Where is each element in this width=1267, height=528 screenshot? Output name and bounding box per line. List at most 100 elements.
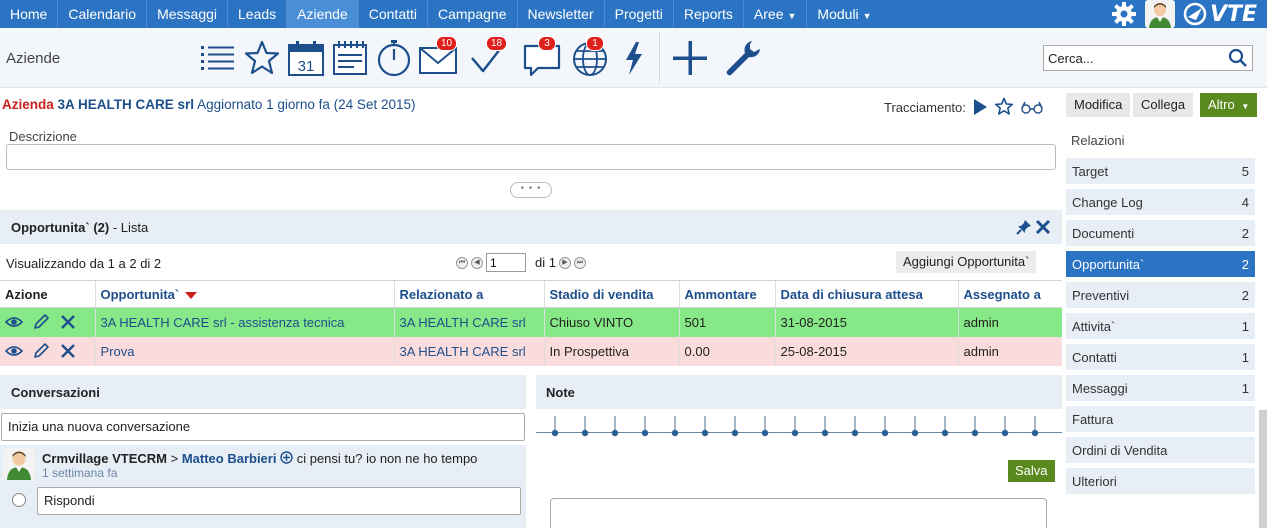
next-page-icon[interactable]: ▶ xyxy=(558,256,571,269)
related-item-ordini-vendita[interactable]: Ordini di Vendita xyxy=(1066,437,1255,463)
prev-page-icon[interactable]: ◀ xyxy=(471,256,483,269)
calendar-button[interactable]: 31 xyxy=(286,38,326,78)
reply-radio[interactable] xyxy=(12,493,26,507)
add-opportunity-button[interactable]: Aggiungi Opportunita` xyxy=(896,251,1037,273)
edit-button[interactable]: Modifica xyxy=(1066,93,1131,117)
star-outline-icon[interactable] xyxy=(994,97,1014,117)
page-scrollbar[interactable] xyxy=(1259,410,1267,528)
related-item-documenti[interactable]: Documenti 2 xyxy=(1066,220,1255,246)
notes-title: Note xyxy=(546,385,575,400)
nav-label: Progetti xyxy=(614,6,663,22)
timecards-button[interactable] xyxy=(374,38,414,78)
module-name: Aziende xyxy=(6,50,61,67)
eye-icon[interactable] xyxy=(5,342,23,360)
column-header[interactable]: Assegnato a xyxy=(957,280,1062,308)
nav-messaggi[interactable]: Messaggi xyxy=(147,0,228,28)
nav-contatti[interactable]: Contatti xyxy=(359,0,428,28)
nav-calendario[interactable]: Calendario xyxy=(58,0,148,28)
caret-down-icon: ▼ xyxy=(1241,102,1250,111)
related-item-ulteriori[interactable]: Ulteriori xyxy=(1066,468,1255,494)
related-item-attivita[interactable]: Attivita` 1 xyxy=(1066,313,1255,339)
list-view-button[interactable] xyxy=(198,38,238,78)
quick-create-button[interactable] xyxy=(614,38,654,78)
first-page-icon[interactable]: ⏮ xyxy=(456,256,468,269)
related-item-fattura[interactable]: Fattura xyxy=(1066,406,1255,432)
related-link[interactable]: 3A HEALTH CARE srl xyxy=(400,344,526,359)
column-header[interactable]: Stadio di vendita xyxy=(543,280,679,308)
play-icon[interactable] xyxy=(972,98,988,116)
column-header[interactable]: Data di chiusura attesa xyxy=(774,280,958,308)
new-conversation-input[interactable]: Inizia una nuova conversazione xyxy=(1,413,525,441)
opportunity-name-cell[interactable]: Prova xyxy=(94,336,394,366)
add-participant-icon[interactable] xyxy=(280,451,293,464)
todos-button[interactable]: 18 xyxy=(468,36,508,78)
opportunity-link[interactable]: 3A HEALTH CARE srl - assistenza tecnica xyxy=(101,315,345,330)
settings-button[interactable] xyxy=(722,38,762,78)
gear-icon[interactable] xyxy=(1111,1,1137,27)
search-input[interactable] xyxy=(1044,46,1222,70)
pencil-icon[interactable] xyxy=(32,313,50,331)
eye-icon[interactable] xyxy=(5,313,23,331)
page-number-input[interactable] xyxy=(486,253,526,272)
more-actions-button[interactable]: Altro ▼ xyxy=(1200,93,1258,117)
related-item-changelog[interactable]: Change Log 4 xyxy=(1066,189,1255,215)
pin-icon[interactable] xyxy=(1016,219,1032,235)
nav-label: Contatti xyxy=(368,6,417,22)
related-item-label: Documenti xyxy=(1072,226,1135,241)
related-item-label: Opportunita` xyxy=(1072,257,1145,272)
pencil-icon[interactable] xyxy=(32,342,50,360)
nav-moduli-dropdown[interactable]: Moduli ▼ xyxy=(807,0,881,28)
add-record-button[interactable] xyxy=(670,38,710,78)
messages-button[interactable]: 10 xyxy=(418,36,458,78)
vte-logo[interactable]: VTE xyxy=(1183,2,1257,27)
notes-button[interactable] xyxy=(330,38,370,78)
nav-aziende[interactable]: Aziende xyxy=(287,0,359,28)
nav-home[interactable]: Home xyxy=(0,0,59,28)
delete-icon[interactable] xyxy=(59,342,77,360)
opportunity-link[interactable]: Prova xyxy=(101,344,135,359)
record-updated: Aggiornato 1 giorno fa (24 Set 2015) xyxy=(197,97,416,112)
delete-icon[interactable] xyxy=(59,313,77,331)
close-panel-icon[interactable] xyxy=(1035,218,1051,236)
conversations-badge: 3 xyxy=(538,36,556,51)
nav-reports[interactable]: Reports xyxy=(674,0,744,28)
conversations-button[interactable]: 3 xyxy=(522,36,562,78)
search-icon[interactable] xyxy=(1228,48,1248,68)
nav-campagne[interactable]: Campagne xyxy=(428,0,518,28)
note-text-input[interactable] xyxy=(550,498,1047,528)
nav-progetti[interactable]: Progetti xyxy=(605,0,674,28)
tracking-label: Tracciamento: xyxy=(884,99,966,115)
related-item-preventivi[interactable]: Preventivi 2 xyxy=(1066,282,1255,308)
nav-leads[interactable]: Leads xyxy=(228,0,288,28)
reply-input[interactable]: Rispondi xyxy=(37,487,521,515)
last-page-icon[interactable]: ⏭ xyxy=(573,256,586,269)
nav-aree-dropdown[interactable]: Aree ▼ xyxy=(744,0,808,28)
save-note-button[interactable]: Salva xyxy=(1008,460,1055,482)
description-field[interactable] xyxy=(6,144,1056,170)
related-link[interactable]: 3A HEALTH CARE srl xyxy=(400,315,526,330)
favorites-button[interactable] xyxy=(242,38,282,78)
related-item-target[interactable]: Target 5 xyxy=(1066,158,1255,184)
related-item-messaggi[interactable]: Messaggi 1 xyxy=(1066,375,1255,401)
assigned-to-cell: admin xyxy=(957,336,1062,366)
column-header-sortable[interactable]: Opportunita` xyxy=(94,280,394,308)
column-header[interactable]: Relazionato a xyxy=(393,280,544,308)
expand-details-handle[interactable]: • • • xyxy=(510,182,552,198)
related-to-cell[interactable]: 3A HEALTH CARE srl xyxy=(393,307,544,337)
link-button[interactable]: Collega xyxy=(1133,93,1194,117)
column-header[interactable]: Ammontare xyxy=(678,280,775,308)
post-recipient[interactable]: Matteo Barbieri xyxy=(182,451,277,466)
notepad-ring xyxy=(1031,416,1039,437)
glasses-icon[interactable] xyxy=(1020,99,1044,115)
web-button[interactable]: 1 xyxy=(570,36,610,78)
opportunity-name-cell[interactable]: 3A HEALTH CARE srl - assistenza tecnica xyxy=(94,307,394,337)
post-author[interactable]: Crmvillage VTECRM xyxy=(42,451,167,466)
user-avatar-icon[interactable] xyxy=(1144,0,1175,28)
related-to-cell[interactable]: 3A HEALTH CARE srl xyxy=(393,336,544,366)
nav-newsletter[interactable]: Newsletter xyxy=(518,0,605,28)
related-item-contatti[interactable]: Contatti 1 xyxy=(1066,344,1255,370)
stopwatch-icon xyxy=(377,40,411,77)
related-item-opportunita[interactable]: Opportunita` 2 xyxy=(1066,251,1255,277)
related-item-label: Messaggi xyxy=(1072,381,1128,396)
notepad-ring xyxy=(1001,416,1009,437)
